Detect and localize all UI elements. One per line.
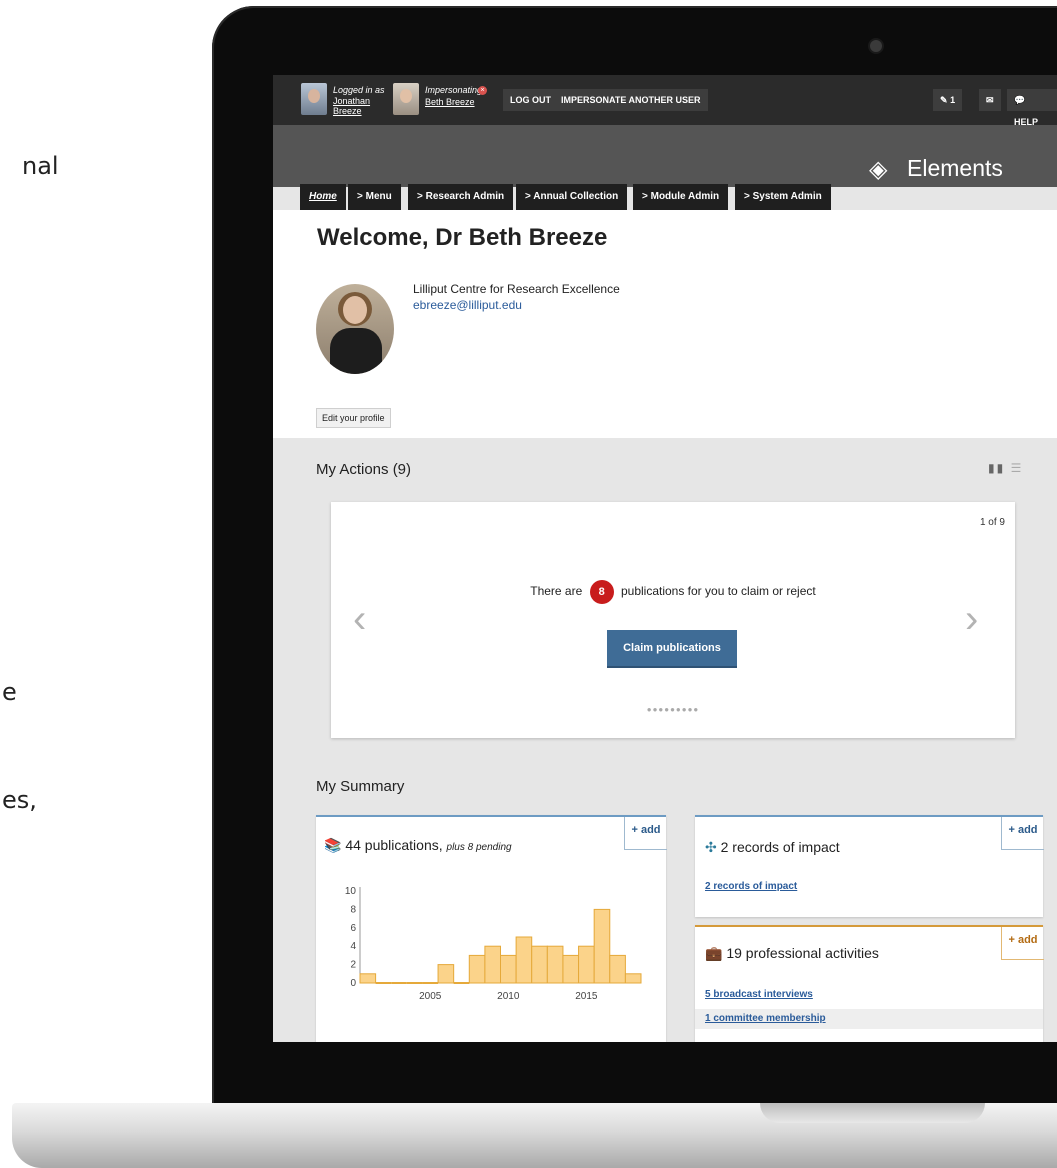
bar[interactable] [624, 973, 642, 984]
add-activity-button[interactable]: + add [1001, 927, 1044, 960]
tab-menu[interactable]: > Menu [348, 184, 401, 210]
bar[interactable] [500, 954, 517, 984]
tab-research-admin[interactable]: > Research Admin [408, 184, 514, 210]
impersonated-user-link[interactable]: Beth Breeze [425, 97, 475, 107]
logged-in-user-link-2[interactable]: Breeze [333, 106, 362, 116]
x-tick-label: 2010 [497, 991, 520, 1002]
welcome-title: Welcome, Dr Beth Breeze [317, 224, 608, 251]
impersonated-avatar [393, 83, 419, 115]
my-actions-title: My Actions (9) [316, 461, 412, 478]
action-message-suffix: publications for you to claim or reject [620, 584, 816, 599]
bar[interactable] [484, 945, 501, 984]
laptop-camera [870, 40, 882, 52]
activity-link-committee[interactable]: 1 committee membership [705, 1013, 826, 1024]
activity-link-broadcast[interactable]: 5 broadcast interviews [705, 989, 813, 1000]
logout-button[interactable]: LOG OUT [503, 89, 558, 111]
bar[interactable] [468, 954, 486, 984]
activities-card: + add 💼 19 professional activities 5 bro… [695, 925, 1044, 1042]
affiliation: Lilliput Centre for Research Excellence [413, 282, 620, 296]
publications-card: + add 📚 44 publications, plus 8 pending … [316, 815, 667, 1042]
bar[interactable] [593, 908, 611, 984]
email-address[interactable]: ebreeze@lilliput.edu [413, 298, 522, 312]
stop-impersonating-icon[interactable]: × [478, 86, 487, 95]
logged-in-user-link[interactable]: Jonathan [333, 96, 370, 106]
bar[interactable] [359, 973, 377, 984]
background-text-line-1: nal [22, 152, 59, 180]
brand-name: Elements [907, 155, 1003, 181]
impersonate-another-button[interactable]: IMPERSONATE ANOTHER USER [554, 89, 708, 111]
help-button[interactable]: 💬 HELP [1007, 89, 1057, 127]
x-tick-label: 2015 [575, 991, 598, 1002]
add-impact-button[interactable]: + add [1001, 817, 1044, 850]
activities-count: 19 professional activities [726, 945, 879, 961]
layers-logo-icon: ◈ [869, 156, 888, 183]
pending-count-badge: 8 [589, 580, 614, 604]
impersonating-label: Impersonating [425, 85, 483, 95]
profile-photo [316, 284, 394, 374]
logged-in-label: Logged in as [333, 85, 385, 95]
my-summary-title: My Summary [316, 778, 405, 795]
impact-link[interactable]: 2 records of impact [705, 881, 797, 892]
impact-card: + add ✣ 2 records of impact 2 records of… [695, 815, 1044, 917]
view-toggle: ▮▮ ☰ [988, 461, 1023, 475]
laptop-notch [760, 1103, 985, 1123]
x-tick-label: 2005 [419, 991, 442, 1002]
bar[interactable] [531, 945, 548, 984]
edit-profile-button[interactable]: Edit your profile [316, 408, 391, 428]
speech-bubble-icon: 💬 [1014, 95, 1026, 105]
publications-chart: 0 2 4 6 8 10 2005 2010 2015 [345, 886, 642, 1002]
card-view-icon[interactable]: ▮▮ [988, 461, 1005, 475]
background-text-line-2: e [2, 678, 17, 706]
bar[interactable] [578, 945, 595, 984]
impact-title: ✣ 2 records of impact [705, 839, 840, 856]
app-screen: Logged in as Jonathan Breeze Impersonati… [273, 75, 1057, 1042]
bar[interactable] [546, 945, 564, 984]
bar[interactable] [437, 964, 455, 984]
bar[interactable] [515, 936, 533, 984]
top-bar: Logged in as Jonathan Breeze Impersonati… [273, 75, 1057, 127]
notifications-count: 1 [950, 95, 956, 105]
action-message: There are 8 publications for you to clai… [331, 580, 1015, 604]
y-tick-label: 8 [350, 904, 356, 915]
action-message-prefix: There are [530, 584, 583, 599]
elements-logo: ◈ Elements [869, 155, 1003, 183]
background-text-line-3: es, [2, 786, 37, 814]
list-view-icon[interactable]: ☰ [1011, 461, 1024, 475]
claim-publications-button[interactable]: Claim publications [607, 630, 737, 668]
activities-title: 💼 19 professional activities [705, 945, 879, 962]
messages-button[interactable]: ✉ [979, 89, 1001, 111]
notifications-button[interactable]: ✎ 1 [933, 89, 963, 111]
briefcase-icon: 💼 [705, 945, 723, 961]
tab-system-admin[interactable]: > System Admin [735, 184, 831, 210]
y-tick-label: 6 [350, 923, 356, 934]
header-band: ◈ Elements [273, 125, 1057, 187]
impact-count: 2 records of impact [720, 839, 840, 855]
bar[interactable] [562, 954, 580, 984]
bar[interactable] [609, 954, 626, 984]
welcome-panel: Welcome, Dr Beth Breeze Lilliput Centre … [273, 210, 1057, 438]
y-tick-label: 4 [350, 941, 356, 952]
tab-annual-collection[interactable]: > Annual Collection [516, 184, 628, 210]
tab-module-admin[interactable]: > Module Admin [633, 184, 729, 210]
action-pager: 1 of 9 [979, 517, 1005, 528]
y-tick-label: 0 [350, 978, 356, 989]
impact-icon: ✣ [705, 839, 717, 855]
y-tick-label: 2 [350, 960, 356, 971]
pencil-icon: ✎ [940, 95, 948, 105]
carousel-dots[interactable]: ●●●●●●●●● [331, 705, 1015, 714]
action-card: 1 of 9 ‹ › There are 8 publications for … [331, 502, 1015, 738]
envelope-icon: ✉ [986, 95, 994, 105]
y-tick-label: 10 [345, 886, 357, 897]
admin-avatar [301, 83, 327, 115]
tab-home[interactable]: Home [300, 184, 346, 210]
